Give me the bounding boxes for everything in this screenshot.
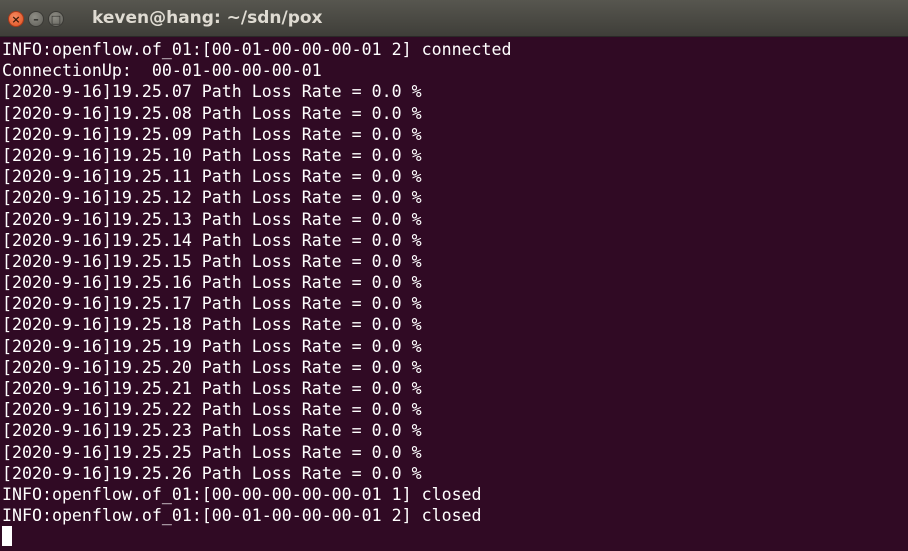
terminal-line: [2020-9-16]19.25.12 Path Loss Rate = 0.0… bbox=[2, 188, 422, 208]
terminal-window: × – □ keven@hang: ~/sdn/pox INFO:openflo… bbox=[0, 0, 908, 551]
terminal-line: [2020-9-16]19.25.26 Path Loss Rate = 0.0… bbox=[2, 463, 422, 483]
terminal-line: INFO:openflow.of_01:[00-01-00-00-00-01 2… bbox=[2, 40, 512, 59]
title-bar[interactable]: × – □ keven@hang: ~/sdn/pox bbox=[0, 0, 908, 37]
terminal-line: [2020-9-16]19.25.07 Path Loss Rate = 0.0… bbox=[2, 82, 422, 102]
terminal-line: [2020-9-16]19.25.11 Path Loss Rate = 0.0… bbox=[2, 167, 422, 187]
close-icon: × bbox=[11, 13, 21, 26]
terminal-line: [2020-9-16]19.25.09 Path Loss Rate = 0.0… bbox=[2, 124, 422, 144]
terminal-line: [2020-9-16]19.25.08 Path Loss Rate = 0.0… bbox=[2, 103, 422, 123]
close-button[interactable]: × bbox=[8, 11, 24, 27]
minimize-button[interactable]: – bbox=[28, 11, 44, 27]
terminal-line: [2020-9-16]19.25.16 Path Loss Rate = 0.0… bbox=[2, 273, 422, 293]
text-cursor bbox=[2, 526, 12, 547]
terminal-line: [2020-9-16]19.25.13 Path Loss Rate = 0.0… bbox=[2, 209, 422, 229]
terminal-line: [2020-9-16]19.25.25 Path Loss Rate = 0.0… bbox=[2, 442, 422, 462]
minimize-icon: – bbox=[33, 13, 39, 26]
terminal-line: INFO:openflow.of_01:[00-01-00-00-00-01 2… bbox=[2, 506, 482, 526]
terminal-line: INFO:openflow.of_01:[00-00-00-00-00-01 1… bbox=[2, 484, 482, 504]
window-title: keven@hang: ~/sdn/pox bbox=[92, 8, 323, 28]
terminal-output[interactable]: INFO:openflow.of_01:[00-01-00-00-00-01 2… bbox=[0, 37, 908, 551]
maximize-button[interactable]: □ bbox=[48, 11, 64, 27]
prompt-line[interactable] bbox=[0, 526, 908, 547]
terminal-line: [2020-9-16]19.25.19 Path Loss Rate = 0.0… bbox=[2, 336, 422, 356]
terminal-line: [2020-9-16]19.25.20 Path Loss Rate = 0.0… bbox=[2, 357, 422, 377]
terminal-line: [2020-9-16]19.25.23 Path Loss Rate = 0.0… bbox=[2, 421, 422, 441]
terminal-line: [2020-9-16]19.25.22 Path Loss Rate = 0.0… bbox=[2, 400, 422, 420]
terminal-line: [2020-9-16]19.25.17 Path Loss Rate = 0.0… bbox=[2, 294, 422, 314]
terminal-line: [2020-9-16]19.25.15 Path Loss Rate = 0.0… bbox=[2, 251, 422, 271]
terminal-line: [2020-9-16]19.25.21 Path Loss Rate = 0.0… bbox=[2, 379, 422, 398]
terminal-line: ConnectionUp: 00-01-00-00-00-01 bbox=[2, 61, 322, 81]
maximize-icon: □ bbox=[50, 13, 62, 26]
terminal-line: [2020-9-16]19.25.10 Path Loss Rate = 0.0… bbox=[2, 145, 422, 165]
terminal-line: [2020-9-16]19.25.18 Path Loss Rate = 0.0… bbox=[2, 315, 422, 335]
terminal-line: [2020-9-16]19.25.14 Path Loss Rate = 0.0… bbox=[2, 230, 422, 250]
